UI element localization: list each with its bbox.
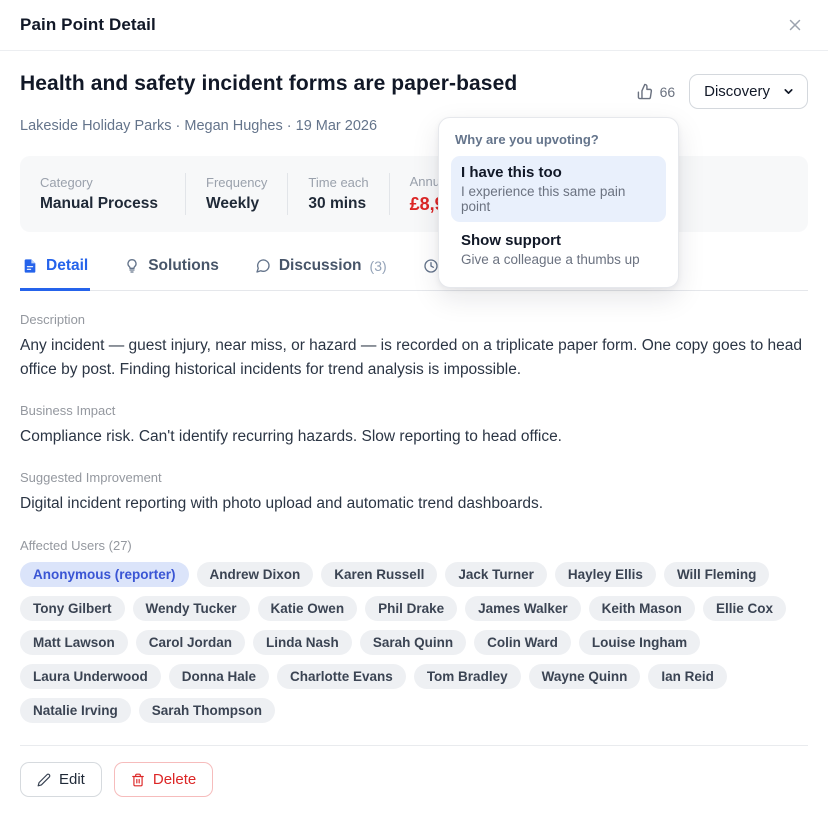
modal-title: Pain Point Detail [20,15,156,35]
description-section: Description Any incident — guest injury,… [20,312,808,382]
stat-divider [389,173,390,215]
stat-frequency-label: Frequency [206,175,267,190]
clock-icon [423,258,439,274]
stat-time-each-label: Time each [308,175,368,190]
modal-header: Pain Point Detail [0,0,828,51]
affected-user-pill[interactable]: Phil Drake [365,596,457,621]
affected-user-pill[interactable]: Natalie Irving [20,698,131,723]
affected-user-pill[interactable]: Donna Hale [169,664,269,689]
affected-user-pill[interactable]: Jack Turner [445,562,547,587]
upvote-option-desc: Give a colleague a thumbs up [461,252,656,267]
affected-user-pill[interactable]: Karen Russell [321,562,437,587]
status-value: Discovery [704,83,770,100]
affected-users-list: Anonymous (reporter) Andrew Dixon Karen … [20,562,808,723]
pencil-icon [37,773,51,787]
trash-icon [131,773,145,787]
affected-user-pill[interactable]: Charlotte Evans [277,664,406,689]
stat-time-each-value: 30 mins [308,195,368,213]
status-dropdown[interactable]: Discovery [689,74,808,109]
pain-point-meta: Lakeside Holiday Parks · Megan Hughes · … [20,118,808,134]
affected-user-pill[interactable]: Sarah Quinn [360,630,466,655]
stat-divider [287,173,288,215]
pain-point-detail-modal: Pain Point Detail Health and safety inci… [0,0,828,736]
business-impact-section: Business Impact Compliance risk. Can't i… [20,403,808,449]
edit-button[interactable]: Edit [20,762,102,797]
chat-bubble-icon [255,258,271,274]
delete-button-label: Delete [153,771,196,788]
affected-user-pill[interactable]: Katie Owen [258,596,358,621]
stat-category-value: Manual Process [40,195,165,213]
affected-user-pill[interactable]: Ellie Cox [703,596,786,621]
tab-discussion-label: Discussion [279,257,362,275]
description-label: Description [20,312,808,327]
thumbs-up-icon [637,83,654,100]
stats-bar: Category Manual Process Frequency Weekly… [20,156,808,232]
description-text: Any incident — guest injury, near miss, … [20,334,808,382]
close-button[interactable] [782,12,808,38]
modal-body: Health and safety incident forms are pap… [0,51,828,817]
upvote-popup-title: Why are you upvoting? [451,130,666,156]
tab-discussion-count: (3) [370,258,387,274]
close-icon [786,22,804,37]
upvote-option-desc: I experience this same pain point [461,184,656,214]
pain-point-title: Health and safety incident forms are pap… [20,71,517,97]
tab-detail[interactable]: Detail [20,255,90,291]
affected-user-pill[interactable]: Andrew Dixon [197,562,314,587]
affected-user-pill[interactable]: Matt Lawson [20,630,128,655]
affected-user-pill[interactable]: Louise Ingham [579,630,700,655]
lightbulb-icon [124,258,140,274]
stat-category-label: Category [40,175,165,190]
upvote-button[interactable]: 66 [637,83,676,100]
affected-user-pill[interactable]: Ian Reid [648,664,727,689]
title-row: Health and safety incident forms are pap… [20,71,808,109]
upvote-option-show-support[interactable]: Show support Give a colleague a thumbs u… [451,224,666,275]
suggested-improvement-section: Suggested Improvement Digital incident r… [20,470,808,516]
chevron-down-icon [782,85,795,98]
affected-user-pill[interactable]: Laura Underwood [20,664,161,689]
affected-users-section: Affected Users (27) Anonymous (reporter)… [20,538,808,723]
stat-frequency: Frequency Weekly [206,175,267,213]
tab-bar: Detail Solutions Discussion (3) Timelin [20,255,808,291]
affected-user-pill[interactable]: James Walker [465,596,581,621]
title-actions: 66 Discovery [637,71,808,109]
upvote-reason-popup: Why are you upvoting? I have this too I … [438,117,679,288]
upvote-option-title: I have this too [461,164,656,181]
modal-footer: Edit Delete [20,745,808,797]
affected-user-pill[interactable]: Tony Gilbert [20,596,125,621]
business-impact-text: Compliance risk. Can't identify recurrin… [20,425,808,449]
affected-user-pill[interactable]: Tom Bradley [414,664,521,689]
affected-user-pill[interactable]: Will Fleming [664,562,769,587]
affected-user-pill[interactable]: Colin Ward [474,630,571,655]
affected-users-label: Affected Users (27) [20,538,808,553]
suggested-improvement-text: Digital incident reporting with photo up… [20,492,808,516]
file-text-icon [22,258,38,274]
stat-category: Category Manual Process [40,175,165,213]
business-impact-label: Business Impact [20,403,808,418]
tab-discussion[interactable]: Discussion (3) [253,255,389,291]
suggested-improvement-label: Suggested Improvement [20,470,808,485]
stat-time-each: Time each 30 mins [308,175,368,213]
delete-button[interactable]: Delete [114,762,213,797]
affected-user-pill[interactable]: Carol Jordan [136,630,245,655]
affected-user-pill[interactable]: Linda Nash [253,630,352,655]
upvote-count: 66 [660,84,676,100]
affected-user-pill[interactable]: Keith Mason [589,596,695,621]
tab-detail-label: Detail [46,257,88,275]
edit-button-label: Edit [59,771,85,788]
affected-user-pill[interactable]: Wayne Quinn [529,664,641,689]
tab-solutions-label: Solutions [148,257,219,275]
stat-frequency-value: Weekly [206,195,267,213]
affected-user-pill[interactable]: Sarah Thompson [139,698,275,723]
stat-divider [185,173,186,215]
upvote-option-have-this-too[interactable]: I have this too I experience this same p… [451,156,666,222]
tab-solutions[interactable]: Solutions [122,255,221,291]
affected-user-pill[interactable]: Wendy Tucker [133,596,250,621]
upvote-option-title: Show support [461,232,656,249]
affected-user-pill[interactable]: Hayley Ellis [555,562,656,587]
affected-user-pill-reporter[interactable]: Anonymous (reporter) [20,562,189,587]
